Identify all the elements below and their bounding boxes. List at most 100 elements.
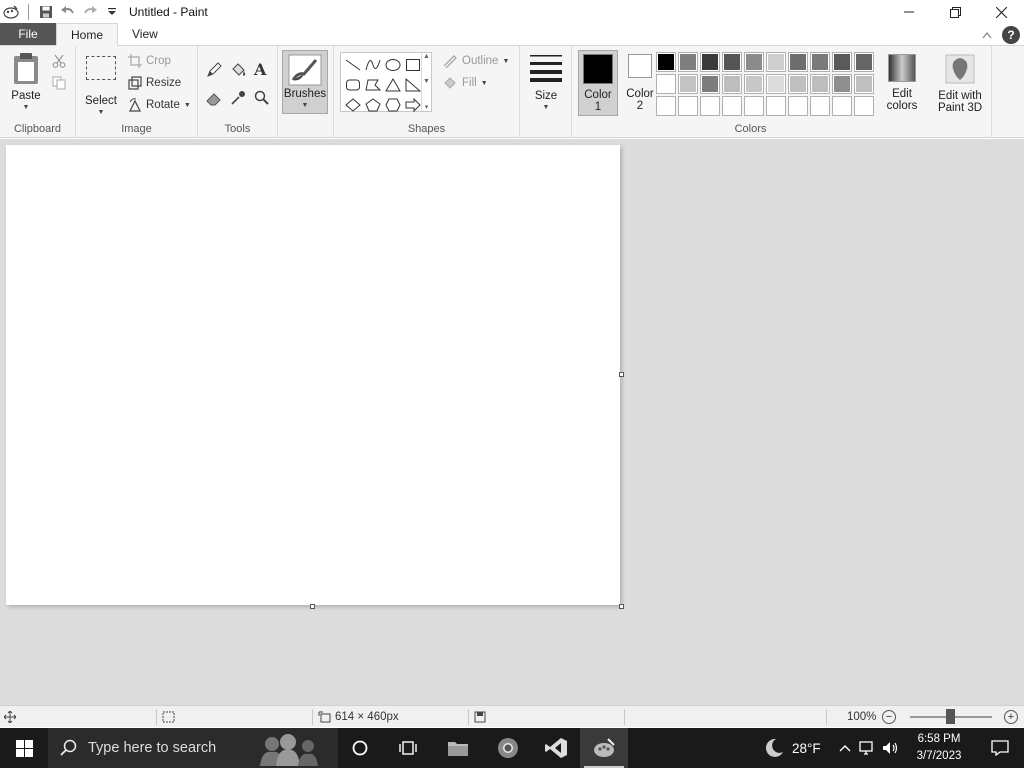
start-button[interactable] [0, 728, 48, 768]
cut-icon[interactable] [52, 54, 66, 71]
tab-view[interactable]: View [118, 23, 172, 45]
resize-button[interactable]: Resize [128, 76, 181, 90]
close-button[interactable] [978, 0, 1024, 24]
rotate-button[interactable]: Rotate ▼ [128, 98, 191, 112]
color-swatch[interactable] [788, 96, 808, 116]
tab-home[interactable]: Home [56, 23, 119, 46]
zoom-out-button[interactable]: − [882, 710, 896, 724]
scroll-up-icon[interactable]: ▲ [423, 53, 430, 60]
color-swatch[interactable] [832, 74, 852, 94]
color-swatch[interactable] [810, 96, 830, 116]
save-icon[interactable] [37, 3, 55, 21]
taskbar-clock[interactable]: 6:58 PM 3/7/2023 [910, 731, 968, 765]
color-swatch[interactable] [700, 74, 720, 94]
pencil-icon[interactable] [206, 62, 222, 81]
edit-with-paint3d-button[interactable]: Edit with Paint 3D [932, 54, 988, 114]
color-swatch[interactable] [832, 96, 852, 116]
brushes-button[interactable]: Brushes ▼ [282, 50, 328, 114]
edit-colors-button[interactable]: Edit colors [880, 54, 924, 112]
show-hidden-icons-icon[interactable] [838, 743, 852, 753]
network-icon[interactable] [858, 740, 876, 756]
restore-button[interactable] [932, 0, 978, 24]
shapes-scrollbar[interactable]: ▲ ▼ ▾ [421, 53, 431, 111]
undo-icon[interactable] [59, 3, 77, 21]
fill-button[interactable]: Fill ▼ [442, 76, 488, 90]
polygon-shape-icon[interactable] [363, 75, 383, 95]
zoom-slider-thumb[interactable] [946, 709, 955, 724]
rounded-rectangle-shape-icon[interactable] [343, 75, 363, 95]
visual-studio-taskbar-button[interactable] [532, 728, 580, 768]
color-swatch[interactable] [766, 74, 786, 94]
color-swatch[interactable] [744, 74, 764, 94]
hexagon-shape-icon[interactable] [383, 95, 403, 115]
color-swatch[interactable] [854, 52, 874, 72]
zoom-in-button[interactable]: + [1004, 710, 1018, 724]
color-swatch[interactable] [788, 52, 808, 72]
color-swatch[interactable] [766, 52, 786, 72]
color-swatch[interactable] [678, 96, 698, 116]
pentagon-shape-icon[interactable] [363, 95, 383, 115]
color-swatch[interactable] [810, 52, 830, 72]
color-swatch[interactable] [810, 74, 830, 94]
paint-app-icon[interactable] [2, 3, 20, 21]
diamond-shape-icon[interactable] [343, 95, 363, 115]
file-explorer-taskbar-button[interactable] [434, 728, 482, 768]
scroll-down-icon[interactable]: ▼ [423, 78, 430, 85]
color2-button[interactable]: Color 2 [622, 54, 658, 112]
paste-button[interactable]: Paste ▼ [6, 52, 46, 114]
drawing-canvas[interactable] [6, 145, 620, 605]
task-view-button[interactable] [384, 728, 432, 768]
color-swatch[interactable] [656, 74, 676, 94]
color-swatch[interactable] [744, 52, 764, 72]
taskbar-search-box[interactable]: Type here to search [48, 728, 338, 768]
expand-gallery-icon[interactable]: ▾ [425, 103, 429, 111]
oval-shape-icon[interactable] [383, 55, 403, 75]
redo-icon[interactable] [81, 3, 99, 21]
arrow-shape-icon[interactable] [403, 95, 423, 115]
color-swatch[interactable] [656, 96, 676, 116]
canvas-workspace[interactable] [0, 139, 1024, 705]
color-swatch[interactable] [854, 96, 874, 116]
magnifier-icon[interactable] [254, 90, 270, 109]
collapse-ribbon-icon[interactable] [982, 28, 992, 42]
color1-button[interactable]: Color 1 [578, 50, 618, 116]
color-picker-icon[interactable] [230, 90, 246, 109]
action-center-button[interactable] [976, 728, 1024, 768]
rectangle-shape-icon[interactable] [403, 55, 423, 75]
minimize-button[interactable] [886, 0, 932, 24]
resize-handle-corner[interactable] [619, 604, 624, 609]
color-swatch[interactable] [722, 52, 742, 72]
crop-button[interactable]: Crop [128, 54, 171, 68]
text-tool-icon[interactable]: A [254, 60, 266, 79]
color-swatch[interactable] [722, 96, 742, 116]
copy-icon[interactable] [52, 76, 66, 93]
resize-handle-right[interactable] [619, 372, 624, 377]
fill-bucket-icon[interactable] [230, 62, 246, 81]
color-swatch[interactable] [656, 52, 676, 72]
tab-file[interactable]: File [0, 23, 56, 45]
weather-widget[interactable]: 28°F [762, 728, 821, 768]
color-swatch[interactable] [854, 74, 874, 94]
eraser-icon[interactable] [206, 90, 222, 109]
size-button[interactable]: Size ▼ [526, 52, 566, 114]
resize-handle-bottom[interactable] [310, 604, 315, 609]
color-swatch[interactable] [788, 74, 808, 94]
help-icon[interactable]: ? [1002, 26, 1020, 44]
customize-toolbar-icon[interactable] [103, 3, 121, 21]
color-swatch[interactable] [678, 74, 698, 94]
paint-taskbar-button[interactable] [580, 728, 628, 768]
select-button[interactable]: Select ▼ [82, 56, 120, 119]
triangle-shape-icon[interactable] [383, 75, 403, 95]
right-triangle-shape-icon[interactable] [403, 75, 423, 95]
color-swatch[interactable] [722, 74, 742, 94]
color-swatch[interactable] [700, 52, 720, 72]
volume-icon[interactable] [882, 740, 900, 756]
line-shape-icon[interactable] [343, 55, 363, 75]
cortana-button[interactable] [336, 728, 384, 768]
color-swatch[interactable] [678, 52, 698, 72]
color-swatch[interactable] [744, 96, 764, 116]
curve-shape-icon[interactable] [363, 55, 383, 75]
outline-button[interactable]: Outline ▼ [442, 54, 509, 68]
chrome-taskbar-button[interactable] [484, 728, 532, 768]
color-swatch[interactable] [766, 96, 786, 116]
